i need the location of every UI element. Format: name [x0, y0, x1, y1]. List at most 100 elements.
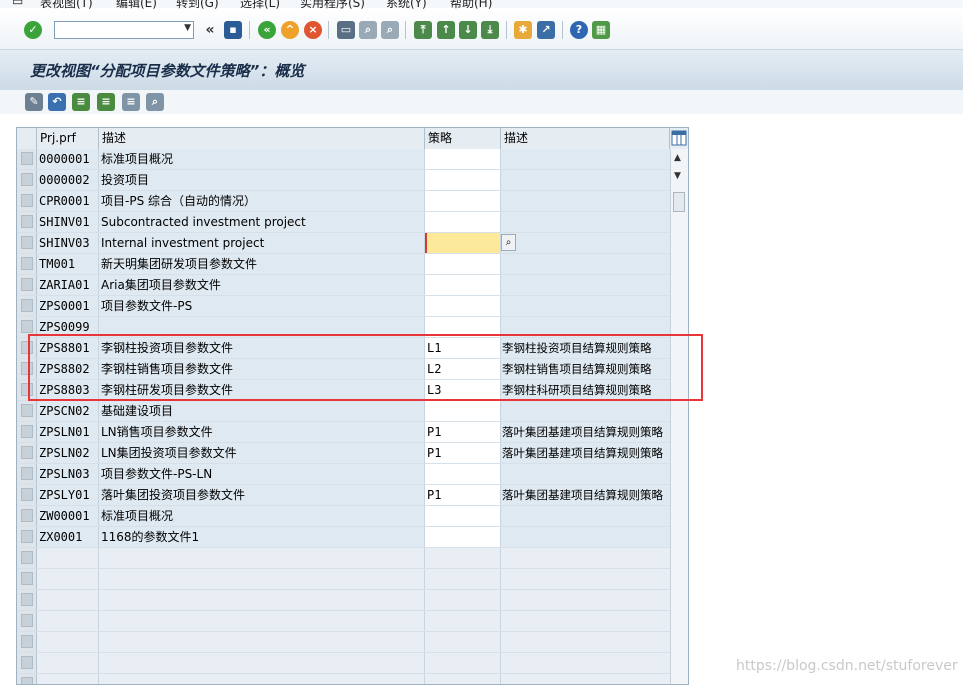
strategy-input[interactable]: P1 — [425, 422, 501, 442]
scroll-up-icon[interactable]: ▲ — [674, 153, 681, 163]
row-selector[interactable] — [17, 590, 37, 610]
strategy-input[interactable] — [425, 632, 501, 652]
select-all-corner[interactable] — [17, 128, 37, 149]
strategy-input[interactable]: L2 — [425, 359, 501, 379]
new-session-icon[interactable]: ✱ — [514, 21, 532, 39]
shortcut-icon[interactable]: ↗ — [537, 21, 555, 39]
scroll-down-icon[interactable]: ▼ — [674, 171, 681, 181]
profile-cell: ZPSLN03 — [37, 464, 99, 484]
row-selector[interactable] — [17, 338, 37, 358]
select-block-icon[interactable]: ≡ — [97, 93, 115, 111]
strategy-description-cell: 李钢柱销售项目结算规则策略 — [501, 359, 670, 379]
column-header-strategy[interactable]: 策略 — [425, 128, 501, 149]
row-selector[interactable] — [17, 317, 37, 337]
column-header-description[interactable]: 描述 — [99, 128, 425, 149]
undo-icon[interactable]: ↶ — [48, 93, 66, 111]
strategy-input[interactable] — [425, 464, 501, 484]
strategy-input[interactable] — [425, 548, 501, 568]
strategy-input[interactable] — [425, 611, 501, 631]
layout-icon[interactable]: ▦ — [592, 21, 610, 39]
row-selector[interactable] — [17, 359, 37, 379]
chevron-down-icon[interactable]: ▼ — [184, 23, 191, 33]
strategy-input[interactable] — [425, 506, 501, 526]
strategy-input[interactable] — [425, 527, 501, 547]
strategy-input[interactable] — [425, 296, 501, 316]
select-all-icon[interactable]: ≡ — [72, 93, 90, 111]
value-help-search-icon[interactable]: ⌕ — [501, 234, 516, 251]
row-selector[interactable] — [17, 569, 37, 589]
help-icon[interactable]: ? — [570, 21, 588, 39]
row-selector[interactable] — [17, 149, 37, 169]
exit-icon[interactable]: ^ — [281, 21, 299, 39]
strategy-input[interactable] — [425, 170, 501, 190]
scroll-thumb[interactable] — [673, 192, 685, 212]
strategy-input[interactable] — [425, 233, 501, 253]
strategy-description-cell — [501, 632, 670, 652]
back-icon[interactable]: « — [258, 21, 276, 39]
description-cell: 标准项目概况 — [99, 149, 425, 169]
row-selector[interactable] — [17, 254, 37, 274]
strategy-input[interactable] — [425, 191, 501, 211]
find-next-icon[interactable]: ⌕ — [381, 21, 399, 39]
row-selector[interactable] — [17, 527, 37, 547]
table-row: ZPS0001 项目参数文件-PS — [17, 296, 670, 317]
strategy-input[interactable] — [425, 653, 501, 673]
collapse-icon[interactable]: « — [201, 21, 219, 39]
row-selector[interactable] — [17, 380, 37, 400]
menu-icon[interactable]: ▭ — [12, 0, 23, 8]
row-selector[interactable] — [17, 611, 37, 631]
row-selector[interactable] — [17, 632, 37, 652]
last-page-icon[interactable]: ⤓ — [481, 21, 499, 39]
row-selector[interactable] — [17, 170, 37, 190]
strategy-input[interactable] — [425, 275, 501, 295]
vertical-scrollbar[interactable]: ▲ ▼ — [670, 149, 688, 684]
enter-icon[interactable]: ✓ — [24, 21, 42, 39]
row-selector[interactable] — [17, 674, 37, 684]
strategy-input[interactable] — [425, 401, 501, 421]
row-selector[interactable] — [17, 275, 37, 295]
strategy-input[interactable] — [425, 317, 501, 337]
row-selector[interactable] — [17, 653, 37, 673]
row-selector[interactable] — [17, 422, 37, 442]
cancel-icon[interactable]: × — [304, 21, 322, 39]
column-header-profile[interactable]: Prj.prf — [37, 128, 99, 149]
description-cell: 项目-PS 综合（自动的情况） — [99, 191, 425, 211]
prev-page-icon[interactable]: ↑ — [437, 21, 455, 39]
row-selector[interactable] — [17, 548, 37, 568]
row-selector[interactable] — [17, 506, 37, 526]
row-selector[interactable] — [17, 443, 37, 463]
row-selector[interactable] — [17, 464, 37, 484]
next-page-icon[interactable]: ↓ — [459, 21, 477, 39]
row-selector[interactable] — [17, 191, 37, 211]
save-icon[interactable]: ▪ — [224, 21, 242, 39]
description-cell: 落叶集团投资项目参数文件 — [99, 485, 425, 505]
row-selector[interactable] — [17, 296, 37, 316]
print-icon[interactable]: ▭ — [337, 21, 355, 39]
strategy-input[interactable] — [425, 212, 501, 232]
table-row: ZPS8801 李钢柱投资项目参数文件 L1 李钢柱投资项目结算规则策略 — [17, 338, 670, 359]
strategy-input[interactable] — [425, 254, 501, 274]
command-field[interactable]: ▼ — [54, 21, 194, 39]
row-selector[interactable] — [17, 233, 37, 253]
strategy-description-cell — [501, 275, 670, 295]
strategy-input[interactable] — [425, 590, 501, 610]
column-header-strategy-description[interactable]: 描述 — [501, 128, 670, 149]
strategy-input[interactable]: P1 — [425, 485, 501, 505]
description-cell — [99, 653, 425, 673]
strategy-input[interactable] — [425, 674, 501, 684]
deselect-icon[interactable]: ≡ — [122, 93, 140, 111]
strategy-input[interactable] — [425, 149, 501, 169]
strategy-input[interactable]: P1 — [425, 443, 501, 463]
row-selector[interactable] — [17, 401, 37, 421]
strategy-input[interactable]: L1 — [425, 338, 501, 358]
find-icon[interactable]: ⌕ — [359, 21, 377, 39]
other-entry-icon[interactable]: ⌕ — [146, 93, 164, 111]
strategy-input[interactable] — [425, 569, 501, 589]
strategy-input[interactable]: L3 — [425, 380, 501, 400]
first-page-icon[interactable]: ⤒ — [414, 21, 432, 39]
profile-cell — [37, 674, 99, 684]
table-settings-icon[interactable] — [670, 128, 688, 149]
display-change-icon[interactable]: ✎ — [25, 93, 43, 111]
row-selector[interactable] — [17, 485, 37, 505]
row-selector[interactable] — [17, 212, 37, 232]
